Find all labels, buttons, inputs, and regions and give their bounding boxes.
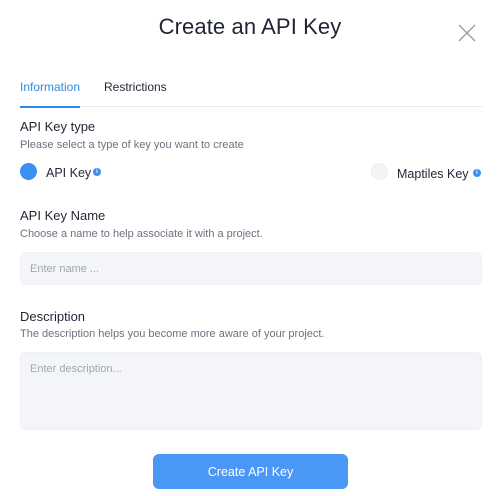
radio-maptiles-key[interactable]: [371, 163, 388, 180]
name-description: Choose a name to help associate it with …: [20, 228, 263, 240]
close-icon: [458, 24, 476, 42]
modal-title: Create an API Key: [158, 14, 342, 39]
maptiles-key-info-icon[interactable]: i: [473, 169, 481, 177]
tab-restrictions[interactable]: Restrictions: [104, 80, 167, 107]
tab-bar: Information Restrictions: [20, 80, 482, 108]
key-type-title: API Key type: [20, 119, 96, 134]
name-input[interactable]: [20, 252, 482, 285]
radio-maptiles-key-label[interactable]: Maptiles Key: [397, 167, 469, 181]
name-title: API Key Name: [20, 208, 106, 223]
tab-information[interactable]: Information: [20, 80, 81, 108]
close-button[interactable]: [456, 22, 478, 44]
radio-api-key[interactable]: [20, 163, 37, 180]
description-title: Description: [20, 309, 86, 324]
description-description: The description helps you become more aw…: [20, 328, 325, 340]
description-textarea[interactable]: [20, 352, 482, 430]
key-type-description: Please select a type of key you want to …: [20, 139, 244, 151]
radio-api-key-label[interactable]: API Key: [46, 166, 91, 180]
api-key-info-icon[interactable]: i: [93, 168, 101, 176]
create-api-key-button[interactable]: Create API Key: [153, 454, 348, 489]
